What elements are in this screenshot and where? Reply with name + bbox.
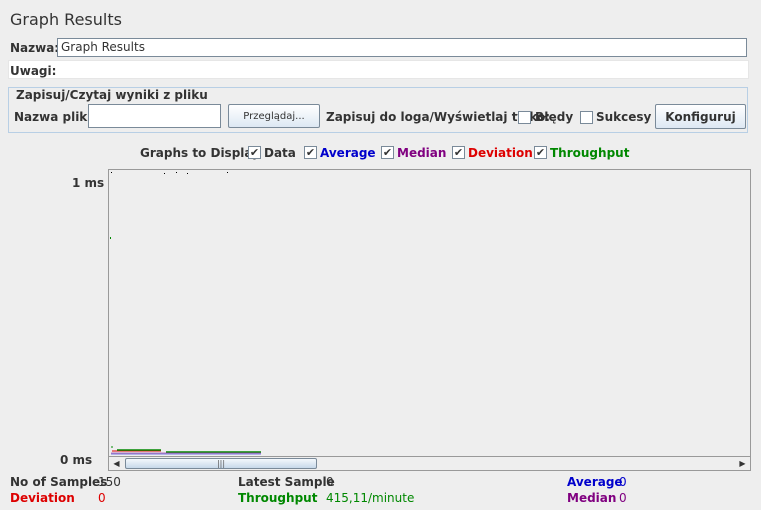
latest-sample-label: Latest Sample — [238, 475, 335, 489]
log-display-label: Zapisuj do loga/Wyświetlaj tylko: — [326, 110, 551, 124]
errors-label: Błędy — [535, 110, 574, 124]
name-label: Nazwa: — [10, 41, 60, 55]
file-group-title: Zapisuj/Czytaj wyniki z pliku — [14, 88, 210, 102]
no-of-samples-value: 150 — [98, 475, 121, 489]
average-stat-label: Average — [567, 475, 623, 489]
data-point — [176, 172, 177, 173]
throughput-label: Throughput — [550, 146, 630, 160]
graph-plot-area — [108, 169, 751, 457]
data-label: Data — [264, 146, 296, 160]
deviation-stat-label: Deviation — [10, 491, 75, 505]
latest-sample-value: 0 — [326, 475, 334, 489]
median-stat-label: Median — [567, 491, 617, 505]
scrollbar-thumb[interactable]: ||| — [125, 458, 317, 469]
average-stat-value: 0 — [619, 475, 627, 489]
graph-canvas — [110, 172, 261, 455]
deviation-checkbox[interactable]: ✔ — [452, 146, 465, 159]
throughput-stat-label: Throughput — [238, 491, 318, 505]
data-point — [111, 172, 112, 173]
filename-input[interactable] — [88, 104, 221, 128]
success-checkbox[interactable] — [580, 111, 593, 124]
name-field[interactable]: Graph Results — [57, 38, 747, 57]
comments-label: Uwagi: — [10, 64, 57, 78]
graph-scrollbar[interactable]: ◀ ||| ▶ — [108, 456, 751, 471]
average-checkbox[interactable]: ✔ — [304, 146, 317, 159]
average-label: Average — [320, 146, 376, 160]
deviation-label: Deviation — [468, 146, 533, 160]
success-label: Sukcesy — [596, 110, 652, 124]
data-checkbox[interactable]: ✔ — [248, 146, 261, 159]
data-point — [164, 173, 165, 174]
median-checkbox[interactable]: ✔ — [381, 146, 394, 159]
y-axis-max-label: 1 ms — [72, 176, 105, 190]
deviation-stat-value: 0 — [98, 491, 106, 505]
throughput-point — [110, 237, 111, 239]
data-points — [110, 172, 228, 239]
y-axis-min-label: 0 ms — [60, 453, 93, 467]
median-label: Median — [397, 146, 447, 160]
comments-field[interactable] — [8, 60, 749, 79]
scroll-left-button[interactable]: ◀ — [109, 457, 124, 470]
graphs-to-display-label: Graphs to Display — [140, 146, 260, 160]
data-point — [227, 172, 228, 173]
browse-button[interactable]: Przeglądaj... — [228, 104, 320, 128]
scroll-right-button[interactable]: ▶ — [735, 457, 750, 470]
configure-button[interactable]: Konfiguruj — [655, 104, 746, 129]
filename-label: Nazwa pliku — [14, 110, 96, 124]
throughput-stat-value: 415,11/minute — [326, 491, 415, 505]
throughput-checkbox[interactable]: ✔ — [534, 146, 547, 159]
no-of-samples-label: No of Samples — [10, 475, 108, 489]
panel-title: Graph Results — [10, 10, 122, 29]
median-stat-value: 0 — [619, 491, 627, 505]
data-point — [187, 173, 188, 174]
errors-checkbox[interactable] — [518, 111, 531, 124]
